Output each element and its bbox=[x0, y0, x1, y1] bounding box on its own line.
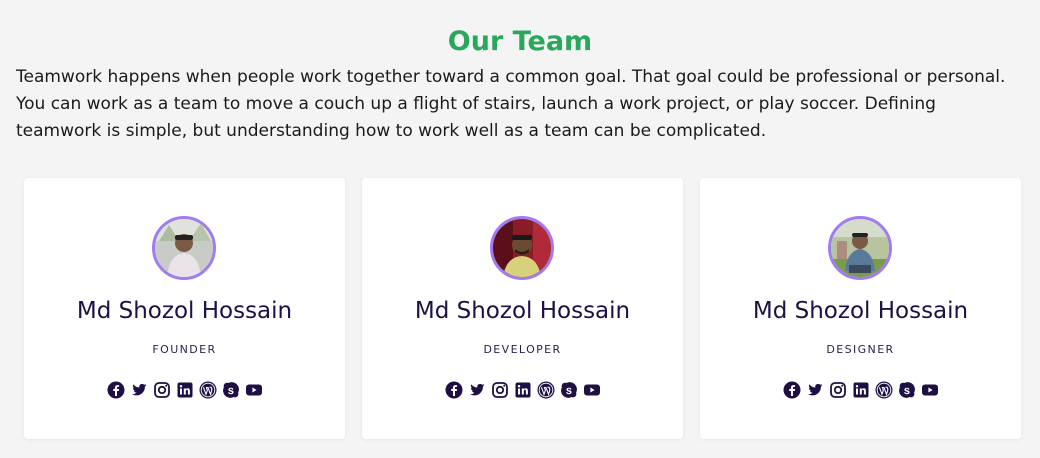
member-role: DEVELOPER bbox=[483, 343, 562, 356]
instagram-icon[interactable] bbox=[153, 381, 171, 399]
facebook-icon[interactable] bbox=[783, 381, 801, 399]
member-name: Md Shozol Hossain bbox=[414, 298, 631, 324]
instagram-icon[interactable] bbox=[491, 381, 509, 399]
section-intro: Teamwork happens when people work togeth… bbox=[16, 67, 1006, 141]
twitter-icon[interactable] bbox=[468, 381, 486, 399]
wordpress-icon[interactable] bbox=[537, 381, 555, 399]
youtube-icon[interactable] bbox=[921, 381, 939, 399]
twitter-icon[interactable] bbox=[806, 381, 824, 399]
member-name: Md Shozol Hossain bbox=[76, 298, 293, 324]
team-card: Md Shozol Hossain DEVELOPER bbox=[362, 178, 683, 439]
team-card: Md Shozol Hossain DESIGNER bbox=[700, 178, 1021, 439]
facebook-icon[interactable] bbox=[445, 381, 463, 399]
section-title: Our Team bbox=[447, 26, 593, 57]
team-cards: Md Shozol Hossain FOUNDER Md Shozol Hoss… bbox=[24, 178, 1022, 439]
skype-icon[interactable] bbox=[560, 381, 578, 399]
social-links bbox=[700, 381, 1021, 399]
skype-icon[interactable] bbox=[898, 381, 916, 399]
wordpress-icon[interactable] bbox=[199, 381, 217, 399]
youtube-icon[interactable] bbox=[245, 381, 263, 399]
twitter-icon[interactable] bbox=[130, 381, 148, 399]
member-role: FOUNDER bbox=[152, 343, 217, 356]
skype-icon[interactable] bbox=[222, 381, 240, 399]
social-links bbox=[362, 381, 683, 399]
avatar bbox=[152, 216, 216, 280]
linkedin-icon[interactable] bbox=[176, 381, 194, 399]
team-card: Md Shozol Hossain FOUNDER bbox=[24, 178, 345, 439]
instagram-icon[interactable] bbox=[829, 381, 847, 399]
member-name: Md Shozol Hossain bbox=[752, 298, 969, 324]
youtube-icon[interactable] bbox=[583, 381, 601, 399]
member-role: DESIGNER bbox=[826, 343, 895, 356]
linkedin-icon[interactable] bbox=[514, 381, 532, 399]
facebook-icon[interactable] bbox=[107, 381, 125, 399]
avatar bbox=[490, 216, 554, 280]
linkedin-icon[interactable] bbox=[852, 381, 870, 399]
avatar bbox=[828, 216, 892, 280]
wordpress-icon[interactable] bbox=[875, 381, 893, 399]
social-links bbox=[24, 381, 345, 399]
